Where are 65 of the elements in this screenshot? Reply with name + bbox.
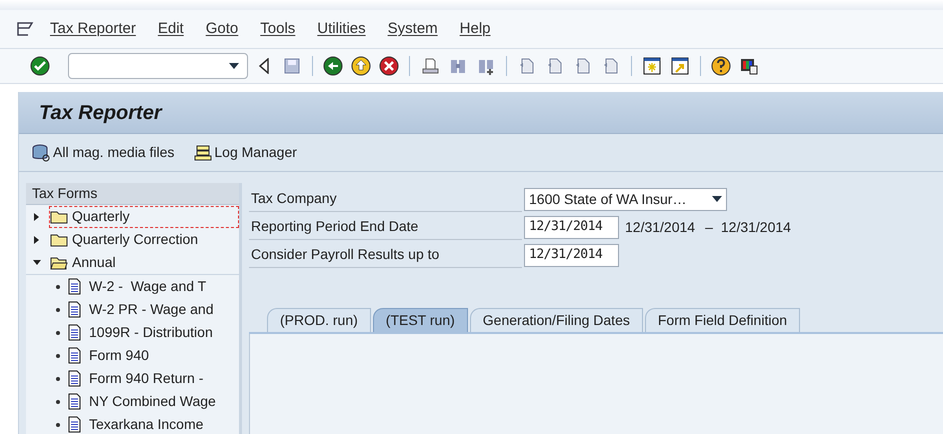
document-icon — [68, 416, 81, 433]
range-date: 12/31/2014 — [720, 218, 791, 236]
toolbar-button[interactable]: Log Manager — [194, 142, 297, 163]
screen-title: Tax Reporter — [39, 100, 162, 126]
tree-node[interactable]: 1099R - Distribution — [26, 321, 239, 344]
range-date: 12/31/2014 — [625, 218, 696, 236]
dropdown-arrow-icon — [229, 63, 239, 69]
tree-node[interactable]: Quarterly Correction — [49, 228, 239, 250]
document-icon — [68, 347, 81, 364]
field-label: Tax Company — [249, 186, 522, 212]
confirm-icon[interactable] — [28, 54, 52, 78]
document-icon — [68, 370, 81, 387]
company-dropdown[interactable]: 1600 State of WA Insur… — [524, 188, 727, 210]
tab[interactable]: Generation/Filing Dates — [470, 308, 643, 332]
tree-node[interactable]: W-2 PR - Wage and — [26, 298, 239, 321]
tab[interactable]: (PROD. run) — [267, 308, 371, 332]
tree-node[interactable]: Quarterly — [49, 206, 239, 228]
database-icon — [31, 144, 51, 162]
menu-item[interactable]: Tax Reporter — [50, 18, 136, 40]
menu-icon[interactable] — [16, 21, 34, 37]
tree-node[interactable]: NY Combined Wage — [26, 390, 239, 413]
collapse-icon[interactable] — [33, 258, 41, 266]
tree-node[interactable]: Form 940 — [26, 344, 239, 367]
menu-item[interactable]: Help — [460, 18, 491, 40]
range-dash: – — [705, 218, 713, 236]
date-field[interactable]: 12/31/2014 — [524, 244, 619, 266]
expand-icon[interactable] — [33, 236, 41, 244]
tree-node[interactable]: Texarkana Income — [26, 413, 239, 434]
tree-node[interactable]: Form 940 Return - — [26, 367, 239, 390]
bullet-icon — [56, 376, 60, 380]
menu-item[interactable]: Tools — [260, 18, 296, 40]
document-icon — [68, 301, 81, 318]
folder-icon — [50, 232, 68, 246]
bullet-icon — [56, 330, 60, 334]
bullet-icon — [56, 284, 60, 288]
tab[interactable]: Form Field Definition — [644, 308, 800, 332]
menu-item[interactable]: Goto — [206, 18, 238, 40]
field-label: Consider Payroll Results up to — [249, 242, 522, 268]
bullet-icon — [56, 400, 60, 404]
date-field[interactable]: 12/31/2014 — [524, 216, 619, 238]
document-icon — [68, 324, 81, 341]
menu-item[interactable]: Utilities — [317, 18, 366, 40]
tab[interactable]: (TEST run) — [372, 308, 468, 332]
tree-header: Tax Forms — [26, 183, 239, 205]
document-icon — [68, 278, 81, 295]
bullet-icon — [56, 354, 60, 358]
tree-node[interactable]: Annual — [49, 252, 239, 274]
document-icon — [68, 393, 81, 410]
log-icon — [194, 144, 212, 162]
menu-item[interactable]: System — [388, 18, 438, 40]
menu-item[interactable]: Edit — [158, 18, 184, 40]
folder-icon — [50, 256, 68, 270]
dropdown-arrow-icon — [712, 196, 722, 202]
tree-node[interactable]: W-2 - Wage and T — [26, 275, 239, 298]
bullet-icon — [56, 308, 60, 312]
help-icon[interactable] — [709, 54, 733, 78]
folder-icon — [50, 210, 68, 224]
up-arrow-icon[interactable] — [349, 54, 373, 78]
cancel-icon[interactable] — [377, 54, 401, 78]
bullet-icon — [56, 422, 60, 426]
expand-icon[interactable] — [33, 212, 41, 220]
command-field[interactable] — [68, 53, 248, 79]
toolbar-button[interactable]: All mag. media files — [31, 142, 174, 163]
back-arrow-icon[interactable] — [321, 54, 345, 78]
field-label: Reporting Period End Date — [249, 214, 522, 240]
